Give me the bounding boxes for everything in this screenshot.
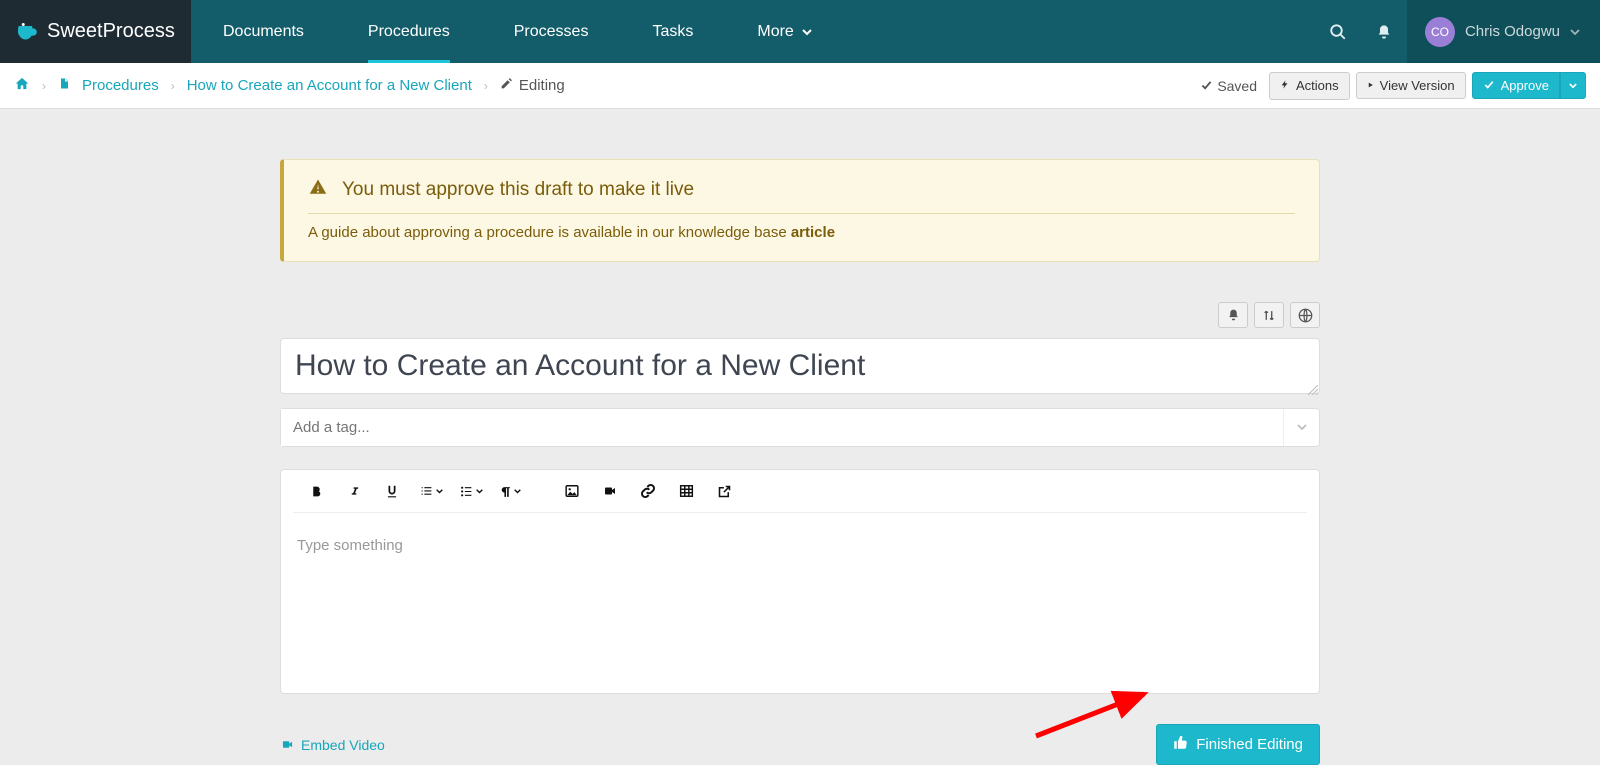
- approval-alert: You must approve this draft to make it l…: [280, 159, 1320, 262]
- editor-footer: Embed Video Finished Editing: [280, 724, 1320, 765]
- search-button[interactable]: [1315, 0, 1361, 63]
- visibility-button[interactable]: [1290, 302, 1320, 328]
- underline-button[interactable]: [381, 480, 403, 502]
- brand-light: Process: [103, 20, 175, 42]
- view-version-label: View Version: [1380, 78, 1455, 93]
- tag-dropdown-button[interactable]: [1283, 409, 1319, 446]
- notifications-button[interactable]: [1361, 0, 1407, 63]
- actions-label: Actions: [1296, 78, 1339, 93]
- reorder-button[interactable]: [1254, 302, 1284, 328]
- insert-image-button[interactable]: [561, 480, 583, 502]
- embed-video-label: Embed Video: [301, 737, 385, 753]
- rich-text-editor: Type something: [280, 469, 1320, 694]
- bullet-list-button[interactable]: [459, 485, 483, 498]
- cup-icon: [16, 23, 41, 41]
- insert-link-button[interactable]: [637, 480, 659, 502]
- video-icon: [280, 737, 295, 753]
- actions-button[interactable]: Actions: [1269, 72, 1350, 100]
- insert-video-button[interactable]: [599, 480, 621, 502]
- tag-input[interactable]: [281, 409, 1283, 446]
- check-icon: [1200, 78, 1213, 94]
- finished-editing-button[interactable]: Finished Editing: [1156, 724, 1320, 765]
- saved-status: Saved: [1200, 78, 1257, 94]
- approve-button[interactable]: Approve: [1472, 72, 1560, 99]
- pencil-icon: [500, 77, 513, 94]
- embed-video-link[interactable]: Embed Video: [280, 737, 385, 753]
- procedure-title-input[interactable]: [280, 338, 1320, 394]
- breadcrumb-separator: ›: [42, 79, 46, 93]
- breadcrumb-separator: ›: [484, 79, 488, 93]
- chevron-down-icon: [1570, 23, 1580, 41]
- breadcrumb-procedures[interactable]: Procedures: [82, 77, 159, 94]
- user-menu[interactable]: CO Chris Odogwu: [1407, 0, 1600, 63]
- editor-toolbar: [293, 470, 1307, 513]
- approve-button-group: Approve: [1472, 72, 1586, 99]
- insert-table-button[interactable]: [675, 480, 697, 502]
- breadcrumb-editing: Editing: [500, 77, 565, 94]
- chevron-down-icon: [802, 23, 812, 41]
- mini-toolbar: [280, 302, 1320, 328]
- nav-processes[interactable]: Processes: [482, 0, 621, 63]
- breadcrumb-separator: ›: [171, 79, 175, 93]
- view-version-button[interactable]: View Version: [1356, 72, 1466, 99]
- alert-subtext: A guide about approving a procedure is a…: [308, 224, 1295, 241]
- check-icon: [1483, 78, 1495, 93]
- breadcrumb-doc-title[interactable]: How to Create an Account for a New Clien…: [187, 77, 472, 94]
- finished-editing-label: Finished Editing: [1196, 736, 1303, 753]
- approve-dropdown-button[interactable]: [1560, 72, 1586, 99]
- document-icon[interactable]: [58, 76, 70, 95]
- brand-bold: Sweet: [47, 20, 103, 42]
- topbar-right-tools: CO Chris Odogwu: [1315, 0, 1600, 63]
- editor-body[interactable]: Type something: [281, 513, 1319, 693]
- bolt-icon: [1280, 78, 1290, 94]
- paragraph-format-button[interactable]: [499, 484, 521, 499]
- nav-documents[interactable]: Documents: [191, 0, 336, 63]
- subbar-actions: Saved Actions View Version Approve: [1200, 72, 1586, 100]
- alert-divider: [308, 213, 1295, 214]
- avatar: CO: [1425, 17, 1455, 47]
- alert-sub-prefix: A guide about approving a procedure is a…: [308, 224, 791, 241]
- alert-title: You must approve this draft to make it l…: [342, 179, 694, 201]
- alert-article-link[interactable]: article: [791, 224, 835, 241]
- breadcrumb-editing-label: Editing: [519, 77, 565, 94]
- warning-icon: [308, 178, 328, 201]
- primary-nav: Documents Procedures Processes Tasks Mor…: [191, 0, 844, 63]
- thumbs-up-icon: [1173, 735, 1188, 754]
- breadcrumb-bar: › Procedures › How to Create an Account …: [0, 63, 1600, 109]
- open-external-button[interactable]: [713, 480, 735, 502]
- tag-input-box: [280, 408, 1320, 447]
- approve-label: Approve: [1501, 78, 1549, 93]
- play-icon: [1367, 78, 1374, 93]
- main-content: You must approve this draft to make it l…: [280, 159, 1320, 765]
- ordered-list-button[interactable]: [419, 485, 443, 498]
- reminders-button[interactable]: [1218, 302, 1248, 328]
- italic-button[interactable]: [343, 480, 365, 502]
- breadcrumb: › Procedures › How to Create an Account …: [14, 76, 565, 95]
- user-name-label: Chris Odogwu: [1465, 23, 1560, 40]
- home-icon[interactable]: [14, 76, 30, 95]
- saved-label: Saved: [1217, 78, 1257, 94]
- bold-button[interactable]: [305, 480, 327, 502]
- nav-more[interactable]: More: [725, 0, 843, 63]
- top-navbar: SweetProcess Documents Procedures Proces…: [0, 0, 1600, 63]
- nav-more-label: More: [757, 23, 793, 41]
- nav-procedures[interactable]: Procedures: [336, 0, 482, 63]
- brand-logo[interactable]: SweetProcess: [0, 0, 191, 63]
- nav-tasks[interactable]: Tasks: [620, 0, 725, 63]
